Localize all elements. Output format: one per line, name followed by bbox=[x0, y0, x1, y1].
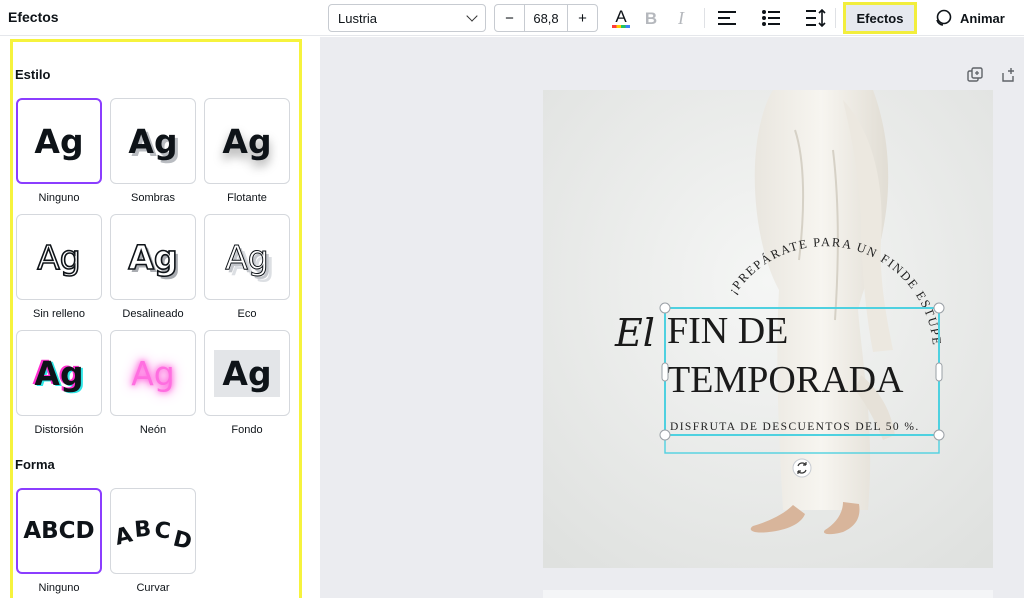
bold-icon[interactable]: B bbox=[642, 6, 660, 30]
style-splice-label: Desalineado bbox=[122, 308, 184, 320]
resize-handle-bottom-right[interactable] bbox=[933, 429, 945, 441]
svg-text:ABCD: ABCD bbox=[115, 517, 191, 551]
svg-text:A: A bbox=[615, 7, 627, 26]
resize-handle-bottom-left[interactable] bbox=[659, 429, 671, 441]
style-shadow-label: Sombras bbox=[130, 192, 176, 204]
chevron-down-icon bbox=[466, 10, 478, 22]
style-hollow-label: Sin relleno bbox=[33, 308, 85, 320]
style-neon-label: Neón bbox=[139, 424, 167, 436]
top-bar: Efectos Lustria − 68,8 + A B I Efectos A… bbox=[0, 0, 1024, 36]
shape-curve-label: Curvar bbox=[136, 582, 170, 594]
style-lift-tile[interactable]: Ag bbox=[204, 98, 290, 184]
svg-text:B: B bbox=[645, 10, 657, 26]
style-glitch-sample: Ag bbox=[34, 353, 84, 393]
text-toolbar: Lustria − 68,8 + A B I Efectos Animar bbox=[320, 0, 1024, 36]
design-artboard[interactable]: ¡PREPÁRATE PARA UN FINDE ESTUPENDO! El F… bbox=[543, 90, 993, 568]
text-color-icon[interactable]: A bbox=[610, 6, 632, 30]
increase-font-size-button[interactable]: + bbox=[568, 5, 597, 31]
font-family-select[interactable]: Lustria bbox=[328, 4, 486, 32]
style-glitch-tile[interactable]: Ag bbox=[16, 330, 102, 416]
style-echo-label: Eco bbox=[237, 308, 257, 320]
style-none-sample: Ag bbox=[34, 121, 84, 161]
script-word[interactable]: El bbox=[614, 311, 655, 355]
resize-handle-top-left[interactable] bbox=[659, 302, 671, 314]
headline-line-2[interactable]: TEMPORADA bbox=[667, 359, 904, 401]
animate-label: Animar bbox=[960, 10, 1005, 26]
panel-gutter bbox=[302, 36, 320, 598]
font-size-input[interactable]: 68,8 bbox=[524, 5, 568, 31]
style-echo-tile[interactable]: Ag bbox=[204, 214, 290, 300]
add-page-icon[interactable] bbox=[1000, 67, 1016, 83]
style-lift-sample: Ag bbox=[222, 121, 272, 161]
style-shadow-tile[interactable]: Ag bbox=[110, 98, 196, 184]
shape-section-label: Forma bbox=[15, 457, 55, 472]
shape-none-label: Ninguno bbox=[38, 582, 80, 594]
effects-button[interactable]: Efectos bbox=[843, 2, 917, 34]
style-none-label: Ninguno bbox=[38, 192, 80, 204]
style-background-label: Fondo bbox=[231, 424, 263, 436]
font-size-stepper: − 68,8 + bbox=[494, 4, 598, 32]
style-none-tile[interactable]: Ag bbox=[16, 98, 102, 184]
resize-handle-top-right[interactable] bbox=[933, 302, 945, 314]
rotate-handle[interactable] bbox=[792, 458, 812, 478]
style-neon-sample: Ag bbox=[131, 353, 175, 393]
style-glitch-label: Distorsión bbox=[34, 424, 84, 436]
style-shadow-sample: Ag bbox=[128, 121, 178, 161]
style-lift-label: Flotante bbox=[227, 192, 267, 204]
style-splice-tile[interactable]: Ag bbox=[110, 214, 196, 300]
style-hollow-tile[interactable]: Ag bbox=[16, 214, 102, 300]
headline-line-1[interactable]: FIN DE bbox=[667, 310, 788, 352]
animate-icon bbox=[936, 9, 952, 26]
shape-none-sample: ABCD bbox=[23, 518, 95, 544]
decrease-font-size-button[interactable]: − bbox=[495, 5, 524, 31]
panel-title: Efectos bbox=[8, 9, 59, 25]
style-background-tile[interactable]: Ag bbox=[204, 330, 290, 416]
curve-sample: ABCD bbox=[115, 517, 191, 551]
style-neon-tile[interactable]: Ag bbox=[110, 330, 196, 416]
italic-icon[interactable]: I bbox=[672, 6, 690, 30]
spacing-icon[interactable] bbox=[806, 6, 826, 30]
toolbar-divider bbox=[835, 8, 836, 28]
subline-text[interactable]: DISFRUTA DE DESCUENTOS DEL 50 %. bbox=[670, 421, 920, 433]
list-icon[interactable] bbox=[761, 6, 781, 30]
font-family-value: Lustria bbox=[338, 10, 378, 26]
design-canvas: ¡PREPÁRATE PARA UN FINDE ESTUPENDO! El F… bbox=[543, 90, 993, 568]
style-section-label: Estilo bbox=[15, 67, 51, 82]
style-hollow-sample: Ag bbox=[36, 237, 81, 278]
resize-handle-right[interactable] bbox=[935, 362, 943, 382]
align-left-icon[interactable] bbox=[717, 6, 737, 30]
style-echo-sample: Ag bbox=[225, 237, 270, 277]
style-splice-sample: Ag bbox=[128, 237, 179, 278]
shape-curve-tile[interactable]: ABCD bbox=[110, 488, 196, 574]
resize-handle-left[interactable] bbox=[661, 362, 669, 382]
duplicate-page-icon[interactable] bbox=[967, 67, 983, 83]
style-background-sample: Ag bbox=[214, 349, 280, 397]
animate-button[interactable]: Animar bbox=[934, 6, 1005, 30]
svg-text:I: I bbox=[677, 10, 685, 26]
shape-none-tile[interactable]: ABCD bbox=[16, 488, 102, 574]
next-page-edge bbox=[543, 590, 993, 598]
effects-panel: Estilo Ag Ninguno Ag Sombras Ag Flotante… bbox=[10, 39, 302, 598]
toolbar-divider bbox=[704, 8, 705, 28]
